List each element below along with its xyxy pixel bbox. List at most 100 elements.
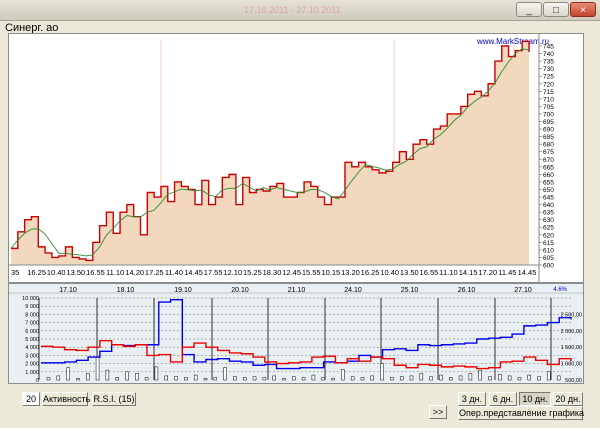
activity-button[interactable]: Активность: [42, 392, 90, 406]
volume-bar: [301, 377, 306, 381]
volume-bar: [154, 366, 159, 381]
rsi-button[interactable]: R.S.I. (15): [92, 392, 136, 406]
price-axis-label: 715: [543, 89, 554, 96]
left-axis-label: 0: [36, 378, 39, 383]
time-axis-label: 12.10: [223, 268, 242, 277]
time-axis-label: 16.25: [361, 268, 380, 277]
date-axis-label: 19.10: [174, 287, 192, 294]
date-axis-label: 21.10: [288, 287, 306, 294]
volume-bar: [517, 377, 522, 381]
left-axis-label: 10 000: [22, 296, 39, 302]
range-3-days-button[interactable]: 3 дн.: [458, 392, 486, 406]
volume-bar: [282, 378, 286, 381]
time-axis-label: 14.45: [184, 268, 203, 277]
volume-bar: [419, 373, 424, 381]
volume-bar: [252, 376, 257, 381]
volume-bar: [429, 376, 433, 381]
time-axis-label: 10.15: [321, 268, 340, 277]
time-axis-label: 17.25: [145, 268, 164, 277]
maximize-button[interactable]: □: [543, 2, 569, 17]
volume-bar: [144, 377, 149, 381]
left-axis-label: 8 000: [25, 312, 39, 318]
time-axis-label: 13.20: [341, 268, 360, 277]
date-axis-label: 25.10: [401, 287, 419, 294]
volume-bar: [380, 363, 384, 381]
volume-bar: [507, 375, 512, 381]
watermark-link[interactable]: www.MarkStream.ru: [476, 37, 549, 46]
volume-bar: [85, 373, 90, 381]
price-axis-label: 620: [543, 232, 554, 239]
price-chart-pane[interactable]: www.MarkStream.ru 745 740 735 730 725 720 715 7…: [8, 33, 584, 283]
price-axis-label: 670: [543, 157, 554, 164]
volume-bar: [95, 356, 100, 381]
volume-bar: [439, 374, 443, 381]
volume-bar: [331, 378, 335, 381]
price-axis-label: 675: [543, 149, 554, 156]
time-axis-label: 16.55: [420, 268, 439, 277]
volume-bar: [399, 376, 404, 381]
indicator-pane[interactable]: 4.6% 17.10 18.10 19.10 20.10 21.10 24.10 25.10…: [8, 283, 584, 384]
volume-bar: [164, 375, 168, 381]
left-axis-label: 2 000: [25, 362, 39, 368]
time-axis-label: 11.40: [165, 268, 183, 277]
right-axis-label: 2 500,00: [561, 312, 582, 318]
volume-bar: [292, 376, 296, 381]
time-axis-label: 16.25: [27, 268, 46, 277]
price-axis-label: 610: [543, 247, 554, 254]
volume-bar: [311, 374, 316, 381]
price-axis-label: 710: [543, 96, 554, 103]
minimize-button[interactable]: _: [516, 2, 542, 17]
volume-bar: [556, 375, 561, 381]
time-axis-label: 14.45: [518, 268, 537, 277]
period-input[interactable]: 20: [22, 392, 40, 406]
volume-bar: [360, 377, 365, 381]
window-titlebar: 17.10.2011 - 27.10.2011 _ □ ×: [0, 0, 600, 21]
window-title: 17.10.2011 - 27.10.2011: [244, 5, 341, 15]
volume-bar: [409, 375, 414, 381]
date-axis-label: 17.10: [59, 287, 77, 294]
price-chart: www.MarkStream.ru 7457407357307257207157…: [9, 34, 554, 282]
close-button[interactable]: ×: [570, 2, 596, 17]
time-axis-label: 10.40: [47, 268, 66, 277]
price-axis-label: 745: [543, 44, 554, 51]
date-axis-label: 20.10: [231, 287, 249, 294]
range-10-days-button[interactable]: 10 дн.: [519, 392, 551, 406]
volume-bar: [449, 377, 453, 381]
price-axis-label: 655: [543, 179, 554, 186]
price-axis-label: 720: [543, 81, 554, 88]
volume-bar: [390, 377, 394, 381]
price-axis-label: 685: [543, 134, 554, 141]
date-axis-label: 27.10: [514, 287, 532, 294]
forward-button[interactable]: >>: [429, 405, 447, 419]
red-indicator-line: [41, 339, 572, 370]
volume-bar: [105, 369, 110, 381]
range-6-days-button[interactable]: 6 дн.: [489, 392, 517, 406]
oper-view-button[interactable]: Опер.представление графика: [458, 406, 584, 420]
volume-bar: [468, 373, 473, 381]
volume-bar: [527, 374, 532, 381]
time-axis-label: 35: [11, 268, 19, 277]
price-axis-label: 630: [543, 217, 554, 224]
time-axis-label: 11.10: [439, 268, 457, 277]
blue-indicator-line: [41, 298, 572, 370]
price-axis-label: 725: [543, 74, 554, 81]
volume-bar: [498, 374, 502, 381]
left-axis-label: 4 000: [25, 345, 39, 351]
volume-bar: [478, 369, 482, 381]
volume-bar: [341, 369, 345, 381]
left-axis-label: 6 000: [25, 329, 39, 335]
price-axis-label: 700: [543, 111, 554, 118]
price-axis-label: 615: [543, 240, 554, 247]
volume-bar: [272, 375, 276, 381]
range-20-days-button[interactable]: 20 дн.: [553, 392, 583, 406]
volume-bar: [125, 371, 129, 381]
left-axis-label: 3 000: [25, 353, 39, 359]
date-axis-label: 24.10: [344, 287, 362, 294]
price-axis-label: 645: [543, 195, 554, 202]
time-axis-label: 14.15: [459, 268, 478, 277]
time-axis-label: 15.25: [243, 268, 262, 277]
price-axis-label: 635: [543, 210, 554, 217]
price-axis-label: 690: [543, 127, 554, 134]
volume-bar: [223, 367, 227, 381]
volume-bar: [193, 374, 198, 381]
